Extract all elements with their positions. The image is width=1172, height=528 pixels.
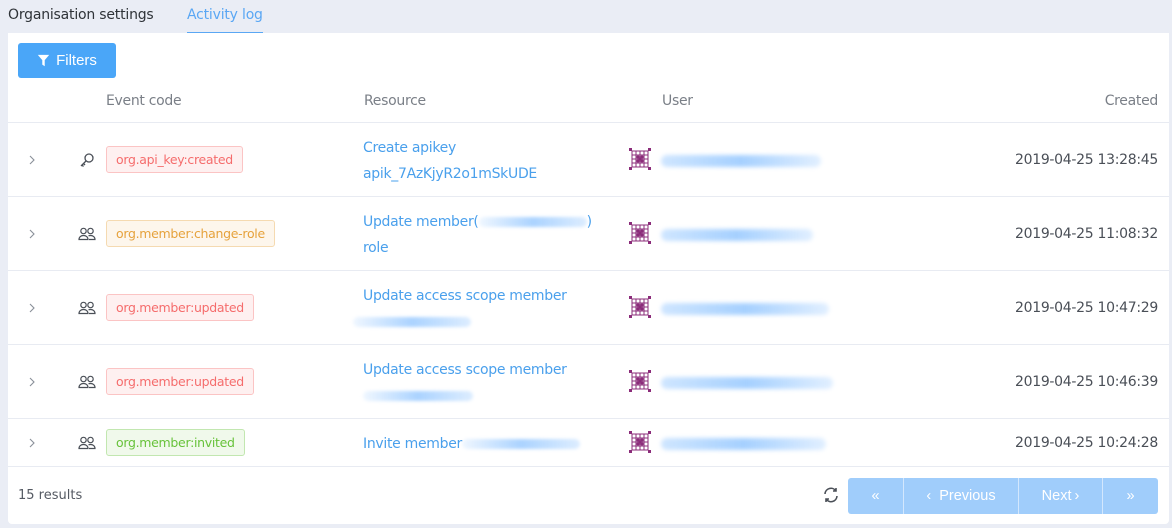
redacted-text [478,217,587,227]
filters-label: Filters [56,52,97,69]
tab-activity-log[interactable]: Activity log [187,5,263,34]
previous-page-button[interactable]: ‹ Previous [904,478,1019,514]
table-row[interactable]: org.member:updated Update access scope m… [8,271,1169,345]
resource-line: Invite member [363,436,462,452]
resource-link[interactable]: Update access scope member [353,283,567,335]
resource-line: role [363,240,389,256]
column-user: User [662,93,693,109]
activity-log-panel: Filters Event code Resource User Created… [8,33,1169,524]
users-icon [78,227,96,241]
event-code-badge: org.api_key:created [106,146,243,173]
avatar [629,148,651,170]
next-page-button[interactable]: Next › [1019,478,1103,514]
created-timestamp: 2019-04-25 11:08:32 [1015,226,1158,242]
avatar [629,296,651,318]
avatar [629,431,651,453]
users-icon [78,436,96,450]
column-created: Created [1104,93,1159,109]
user-name[interactable] [661,438,826,450]
resource-link[interactable]: Create apikey apik_7AzKjyR2o1mSkUDE [363,135,537,187]
table-row[interactable]: org.member:change-role Update member() r… [8,197,1169,271]
refresh-icon[interactable] [822,486,840,504]
next-label: Next [1041,488,1072,504]
table-header: Event code Resource User Created [8,83,1169,123]
avatar [629,370,651,392]
table-footer: 15 results « ‹ Previous Next › » [8,467,1169,524]
avatar [629,222,651,244]
redacted-text [363,391,473,401]
event-code-badge: org.member:updated [106,294,254,321]
redacted-text [461,439,580,449]
column-event-code: Event code [106,93,182,109]
table-row[interactable]: org.member:updated Update access scope m… [8,345,1169,419]
resource-line-suffix: ) [586,214,592,230]
created-timestamp: 2019-04-25 10:24:28 [1015,435,1158,451]
event-code-badge: org.member:change-role [106,220,275,247]
users-icon [78,301,96,315]
resource-line: apik_7AzKjyR2o1mSkUDE [363,166,537,182]
resource-line: Update member( [363,214,479,230]
tab-organisation-settings[interactable]: Organisation settings [8,5,154,25]
user-name[interactable] [661,155,821,167]
chevron-right-icon[interactable] [26,154,38,166]
user-name[interactable] [661,377,833,389]
resource-line: Update access scope member [363,288,567,304]
pagination: « ‹ Previous Next › » [848,478,1158,514]
chevron-right-icon: › [1074,488,1080,504]
last-page-button[interactable]: » [1103,478,1158,514]
resource-link[interactable]: Invite member [363,431,580,457]
previous-label: Previous [939,488,996,504]
resource-line: Update access scope member [363,362,567,378]
resource-line: Create apikey [363,140,456,156]
chevron-right-icon[interactable] [26,437,38,449]
event-code-badge: org.member:invited [106,429,245,456]
chevron-left-icon: ‹ [926,488,932,504]
chevron-right-icon[interactable] [26,376,38,388]
table-row[interactable]: org.api_key:created Create apikey apik_7… [8,123,1169,197]
user-name[interactable] [661,303,829,315]
created-timestamp: 2019-04-25 10:46:39 [1015,374,1158,390]
created-timestamp: 2019-04-25 13:28:45 [1015,152,1158,168]
column-resource: Resource [364,93,426,109]
resource-link[interactable]: Update access scope member [363,357,567,409]
chevron-right-icon[interactable] [26,228,38,240]
key-icon [80,153,94,167]
tab-bar: Organisation settings Activity log [0,0,1172,34]
filters-button[interactable]: Filters [18,43,116,78]
first-page-button[interactable]: « [848,478,904,514]
redacted-text [353,317,471,327]
chevron-right-icon[interactable] [26,302,38,314]
user-name[interactable] [661,229,813,241]
event-code-badge: org.member:updated [106,368,254,395]
resource-link[interactable]: Update member() role [363,209,592,261]
users-icon [78,375,96,389]
results-count: 15 results [18,488,83,503]
filter-icon [37,54,50,67]
created-timestamp: 2019-04-25 10:47:29 [1015,300,1158,316]
table-row[interactable]: org.member:invited Invite member 2019-04… [8,419,1169,467]
